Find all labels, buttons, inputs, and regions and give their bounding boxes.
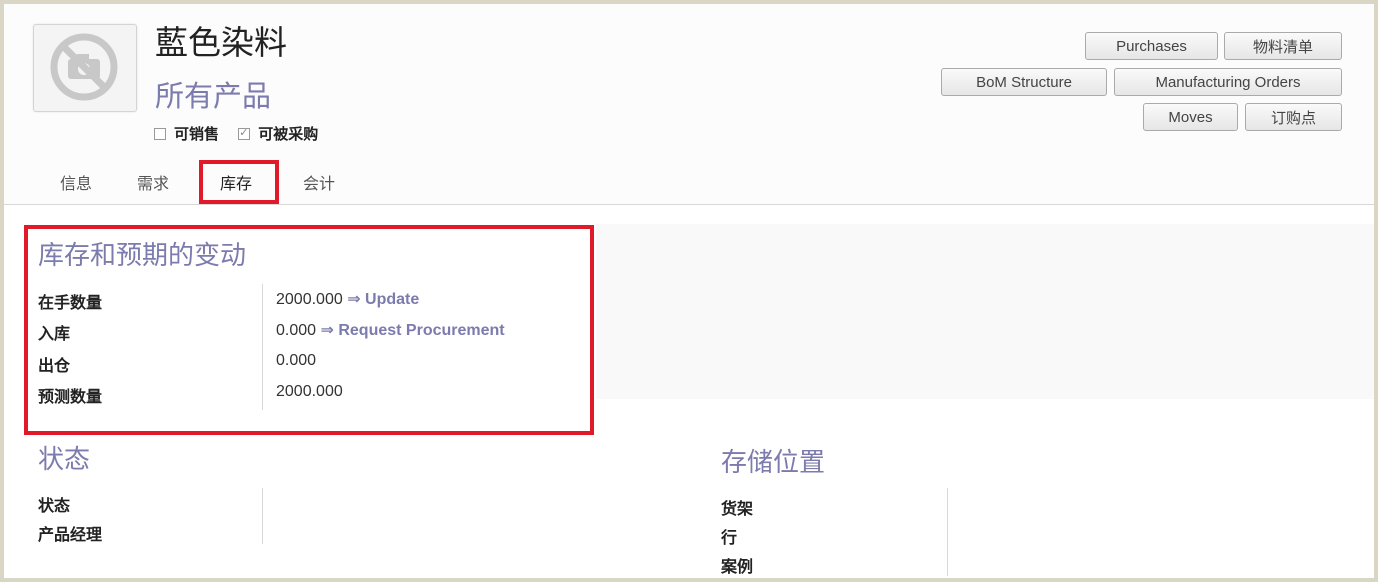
stock-section-background	[596, 224, 1374, 399]
moves-button[interactable]: Moves	[1143, 103, 1238, 131]
state-label: 状态	[38, 496, 71, 515]
product-category[interactable]: 所有产品	[155, 82, 271, 111]
stock-highlight	[24, 225, 594, 435]
flag-purchase-ok[interactable]: 可被采购	[238, 123, 318, 144]
status-section-title: 状态	[38, 445, 91, 475]
purchases-button[interactable]: Purchases	[1085, 32, 1218, 60]
flag-sale-ok[interactable]: 可销售	[154, 123, 219, 144]
purchase-ok-checkbox[interactable]	[238, 126, 251, 140]
tab-accounting[interactable]: 会计	[303, 170, 335, 194]
status-divider	[262, 488, 263, 544]
tab-highlight	[199, 160, 279, 204]
manufacturing-orders-button[interactable]: Manufacturing Orders	[1114, 68, 1342, 96]
bom-structure-button[interactable]: BoM Structure	[941, 68, 1107, 96]
product-flags: 可销售 可被采购	[154, 123, 332, 144]
purchase-ok-label: 可被采购	[258, 125, 319, 143]
case-label: 案例	[721, 557, 754, 576]
bom-button[interactable]: 物料清单	[1224, 32, 1342, 60]
no-camera-icon	[50, 33, 118, 101]
storage-section-title: 存储位置	[721, 448, 826, 478]
product-image[interactable]	[33, 24, 137, 112]
sale-ok-label: 可销售	[174, 125, 220, 143]
storage-divider	[947, 488, 948, 576]
tab-demand[interactable]: 需求	[137, 170, 169, 194]
sale-ok-checkbox[interactable]	[154, 127, 166, 140]
tab-info[interactable]: 信息	[60, 170, 92, 194]
rack-label: 货架	[721, 499, 754, 518]
product-manager-label: 产品经理	[38, 525, 103, 544]
reorder-button[interactable]: 订购点	[1245, 103, 1342, 131]
row-label: 行	[721, 528, 738, 547]
product-name: 藍色染料	[155, 23, 287, 62]
